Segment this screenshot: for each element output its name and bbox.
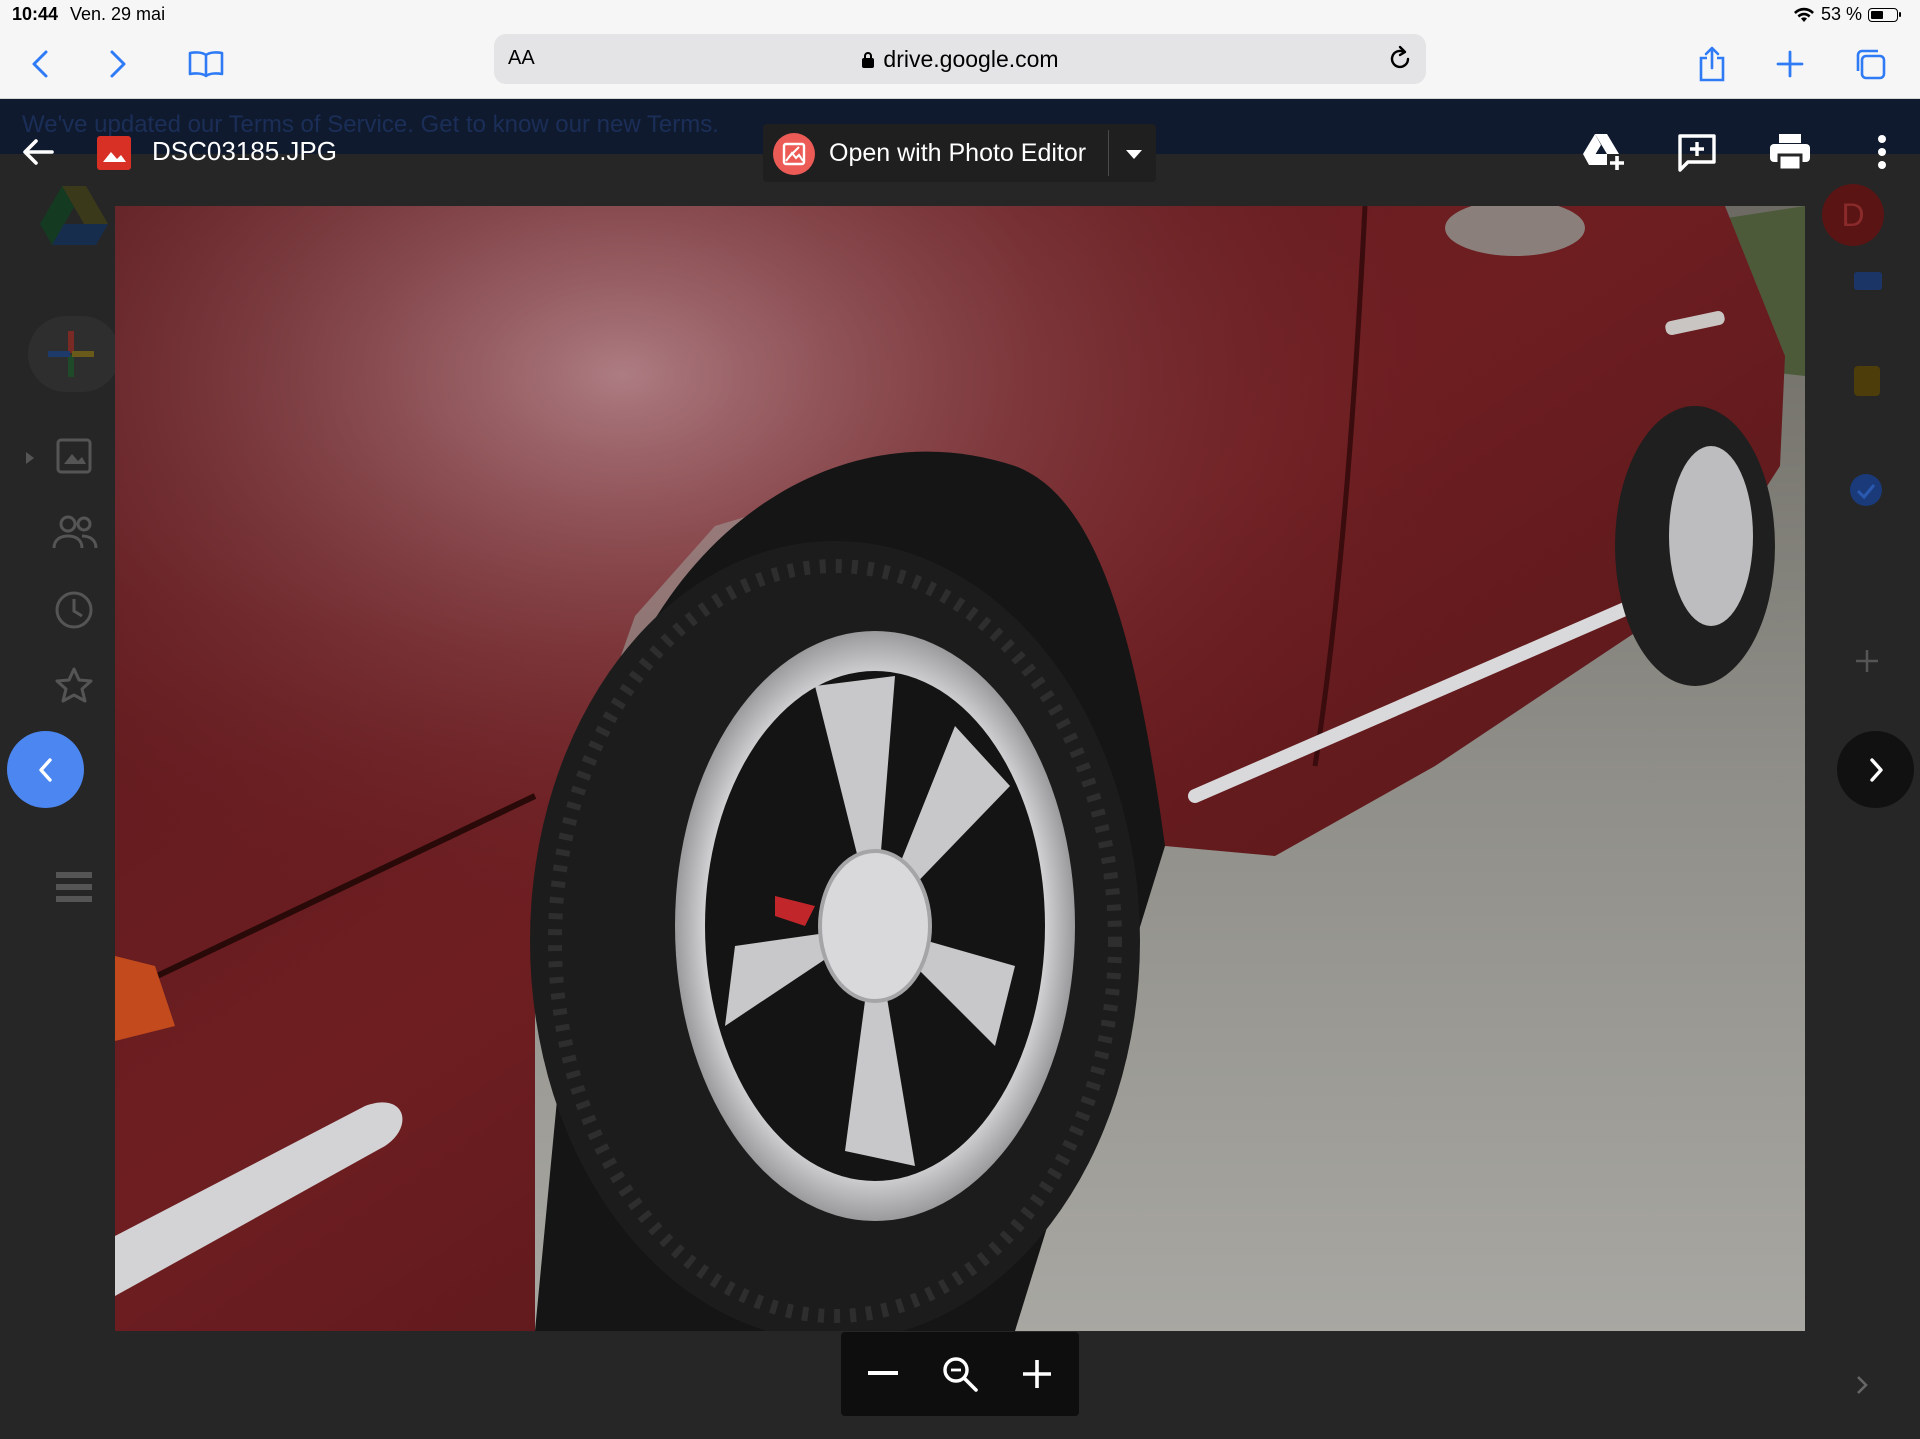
zoom-in-button[interactable] xyxy=(1013,1350,1061,1398)
share-icon xyxy=(1699,46,1725,82)
shared-icon xyxy=(52,515,98,549)
photo-editor-icon xyxy=(773,133,815,175)
more-vert-icon xyxy=(1878,135,1886,169)
side-panel-toggle-icon[interactable] xyxy=(1855,1374,1869,1396)
chevron-left-icon xyxy=(32,50,48,78)
photo-preview[interactable] xyxy=(115,206,1805,1331)
expand-arrow-icon xyxy=(26,452,34,464)
next-file-button[interactable] xyxy=(1837,731,1914,808)
keep-addon-icon xyxy=(1854,366,1880,396)
book-icon xyxy=(188,51,224,78)
add-to-drive-button[interactable] xyxy=(1580,128,1628,176)
viewer-back-button[interactable] xyxy=(18,132,58,172)
status-right: 53 % xyxy=(1793,4,1901,25)
image-file-icon xyxy=(97,136,131,170)
avatar[interactable]: D xyxy=(1822,184,1884,246)
reload-icon xyxy=(1390,45,1410,69)
previous-file-button[interactable] xyxy=(7,731,84,808)
open-with-button[interactable]: Open with Photo Editor xyxy=(763,124,1156,182)
address-bar[interactable]: AA drive.google.com xyxy=(494,34,1426,84)
chevron-right-icon xyxy=(1869,757,1883,782)
chevron-right-icon xyxy=(110,50,126,78)
status-date: Ven. 29 mai xyxy=(70,4,166,24)
battery-icon xyxy=(1868,7,1901,22)
browser-forward-button[interactable] xyxy=(96,42,140,86)
status-time: 10:44 xyxy=(12,4,59,24)
add-to-drive-icon xyxy=(1583,134,1624,170)
magnifier-icon xyxy=(943,1357,978,1392)
zoom-out-button[interactable] xyxy=(859,1350,907,1398)
minus-icon xyxy=(868,1371,898,1375)
chevron-left-icon xyxy=(38,757,52,782)
bookmarks-button[interactable] xyxy=(184,42,228,86)
browser-back-button[interactable] xyxy=(18,42,62,86)
reload-button[interactable] xyxy=(1386,44,1414,77)
print-button[interactable] xyxy=(1766,128,1814,176)
add-addon-icon xyxy=(1856,650,1878,672)
url-display: drive.google.com xyxy=(494,46,1426,73)
file-name: DSC03185.JPG xyxy=(152,136,337,166)
plus-icon xyxy=(1023,1360,1051,1388)
more-options-button[interactable] xyxy=(1858,128,1906,176)
open-with-dropdown[interactable] xyxy=(1122,142,1146,171)
car-photo xyxy=(115,206,1805,1331)
zoom-reset-button[interactable] xyxy=(936,1350,984,1398)
tasks-addon-icon xyxy=(1850,474,1882,506)
battery-percent: 53 % xyxy=(1820,4,1862,24)
tabs-button[interactable] xyxy=(1848,42,1892,86)
wifi-icon xyxy=(1793,7,1814,22)
lock-icon xyxy=(862,52,875,68)
browser-toolbar: AA drive.google.com xyxy=(0,30,1920,99)
caret-down-icon xyxy=(1126,150,1142,159)
url-text: drive.google.com xyxy=(883,46,1059,72)
recent-icon xyxy=(55,591,93,629)
add-comment-button[interactable] xyxy=(1673,128,1721,176)
add-comment-icon xyxy=(1678,134,1716,172)
calendar-addon-icon xyxy=(1854,272,1882,290)
my-drive-icon xyxy=(56,438,92,474)
starred-icon xyxy=(55,667,93,703)
plus-icon xyxy=(1776,50,1804,78)
tabs-icon xyxy=(1856,49,1886,80)
zoom-toolbar xyxy=(841,1332,1079,1416)
terms-banner-text: We've updated our Terms of Service. Get … xyxy=(22,111,719,138)
new-tab-button[interactable] xyxy=(1768,42,1812,86)
arrow-back-icon xyxy=(23,139,54,165)
open-with-label: Open with Photo Editor xyxy=(829,139,1087,167)
list-view-icon xyxy=(56,872,92,902)
print-icon xyxy=(1770,134,1810,171)
share-button[interactable] xyxy=(1690,42,1734,86)
status-bar: 10:44 Ven. 29 mai 53 % xyxy=(0,0,1920,30)
open-with-divider xyxy=(1108,130,1109,176)
